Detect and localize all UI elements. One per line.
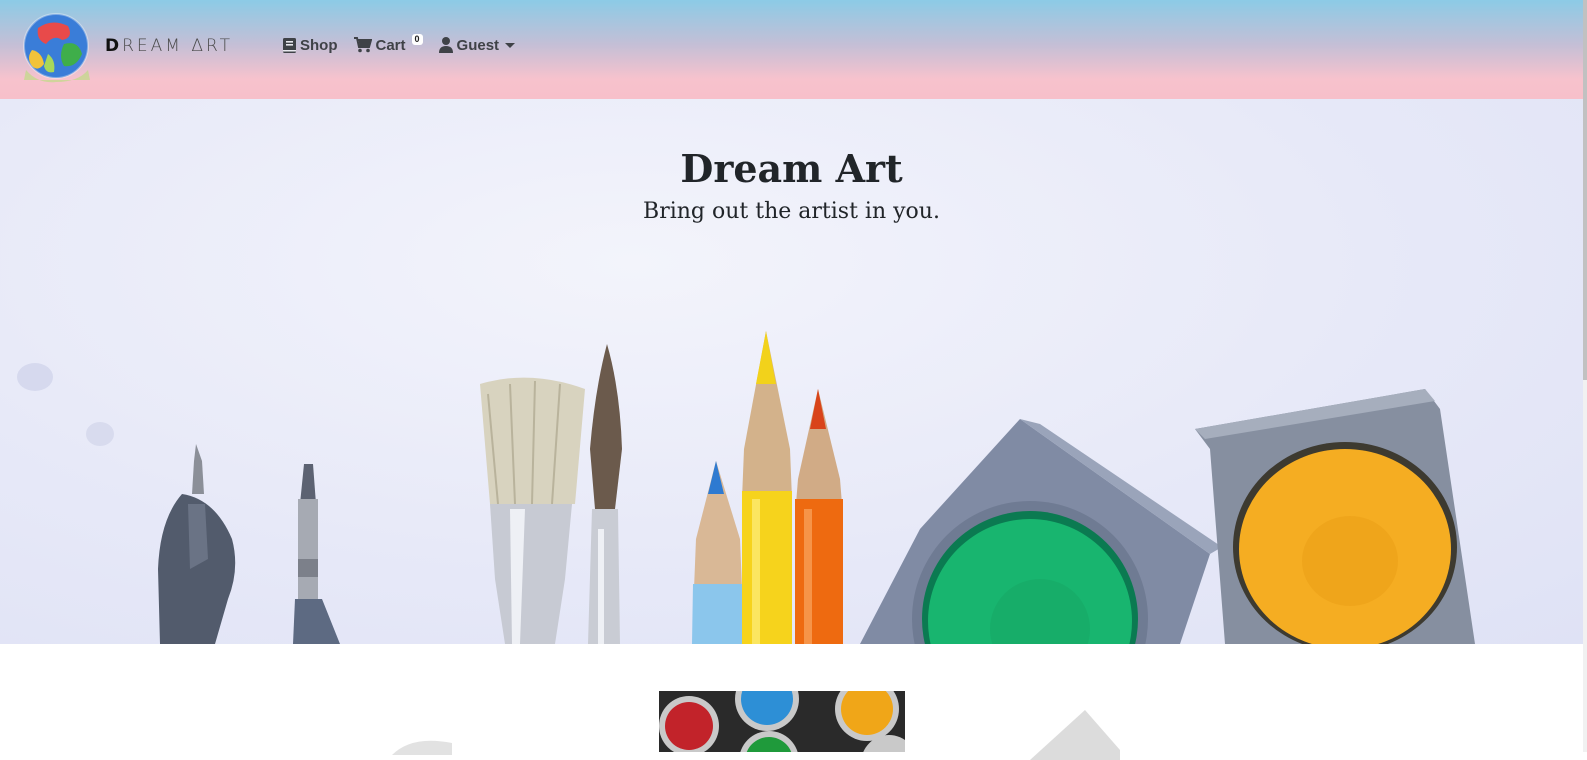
shopping-cart-icon [353,37,372,53]
nav-shop-link[interactable]: Shop [283,34,338,56]
hero-subtitle: Bring out the artist in you. [643,199,940,224]
hero-title: Dream Art [680,146,903,191]
nav-shop-label: Shop [300,36,338,54]
vertical-scrollbar[interactable] [1583,0,1587,752]
paint-cans-image[interactable] [659,691,905,752]
caret-down-icon [505,42,516,48]
decorative-shape [1030,710,1120,760]
nav-cart-label: Cart [375,36,406,54]
brand-rest: REAM ΔRT [122,36,233,56]
cart-count-badge: 0 [411,33,423,45]
content-section [0,644,1583,760]
nav-user-dropdown[interactable]: Guest [438,34,516,56]
user-icon [438,37,453,53]
decorative-shape [392,740,452,755]
hero-banner: Dream Art Bring out the artist in you. [0,99,1583,644]
navbar: DREAM ΔRT Shop Cart 0 Guest [0,0,1583,99]
scrollbar-thumb[interactable] [1583,0,1587,380]
nav-cart-link[interactable]: Cart 0 [353,33,423,56]
book-icon [283,37,296,53]
nav-user-label: Guest [456,36,500,54]
globe-logo[interactable] [18,10,94,86]
main-nav: Shop Cart 0 Guest [283,33,516,56]
brand-initial: D [105,36,123,56]
brand-name[interactable]: DREAM ΔRT [105,36,233,58]
